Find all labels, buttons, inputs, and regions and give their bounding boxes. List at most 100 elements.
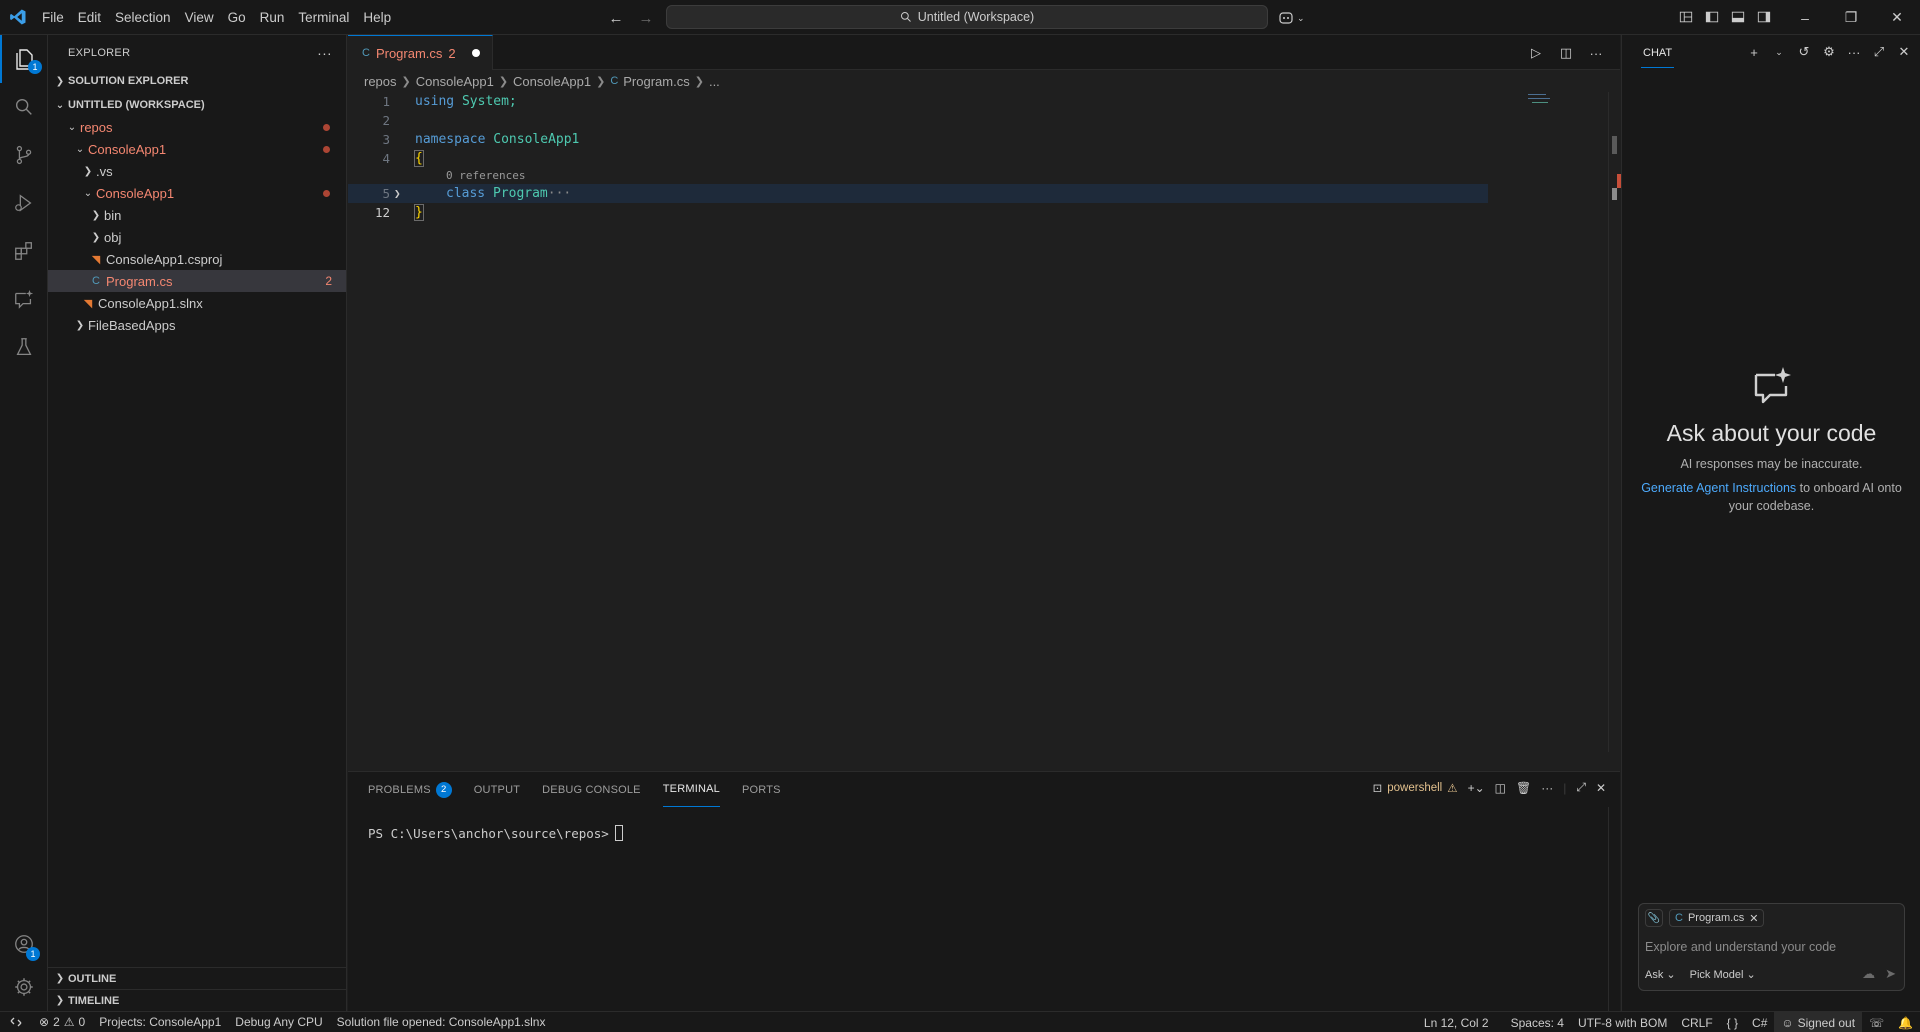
breadcrumb-item[interactable]: ConsoleApp1 bbox=[513, 74, 591, 89]
tree-folder-filebasedapps[interactable]: ❯ FileBasedApps bbox=[48, 314, 346, 336]
close-icon[interactable]: ✕ bbox=[1749, 912, 1758, 925]
language-braces-icon[interactable]: { } bbox=[1720, 1016, 1745, 1030]
tree-file-csproj[interactable]: ◥ ConsoleApp1.csproj bbox=[48, 248, 346, 270]
chat-input[interactable]: Explore and understand your code bbox=[1645, 940, 1836, 954]
run-icon[interactable]: ▷ bbox=[1526, 43, 1546, 63]
customize-layout-icon[interactable] bbox=[1676, 7, 1696, 27]
restore-icon[interactable]: ❐ bbox=[1828, 0, 1874, 35]
breadcrumb-item[interactable]: Program.cs bbox=[623, 74, 689, 89]
more-actions-icon[interactable]: ··· bbox=[1846, 43, 1862, 61]
copilot-signed-status[interactable]: ☺ Signed out bbox=[1774, 1012, 1863, 1032]
eol-status[interactable]: CRLF bbox=[1674, 1016, 1719, 1030]
encoding-status[interactable]: UTF-8 with BOM bbox=[1571, 1016, 1674, 1030]
tab-terminal[interactable]: TERMINAL bbox=[662, 772, 720, 807]
back-arrow-icon[interactable]: ← bbox=[606, 8, 626, 28]
chevron-down-icon[interactable]: ⌄ bbox=[1771, 43, 1787, 61]
tab-problems[interactable]: PROBLEMS 2 bbox=[368, 772, 452, 807]
search-activity[interactable] bbox=[0, 83, 48, 131]
manage-activity[interactable] bbox=[0, 963, 48, 1011]
codelens-references[interactable]: 0 references bbox=[446, 169, 525, 182]
explorer-activity[interactable]: 1 bbox=[0, 35, 48, 83]
menu-terminal[interactable]: Terminal bbox=[291, 0, 356, 35]
trash-icon[interactable]: 🗑 bbox=[1516, 781, 1531, 795]
menu-go[interactable]: Go bbox=[221, 0, 253, 35]
forward-arrow-icon[interactable]: → bbox=[636, 8, 656, 28]
chat-title[interactable]: CHAT bbox=[1641, 37, 1675, 68]
breadcrumb-item[interactable]: ... bbox=[709, 74, 720, 89]
breadcrumb-item[interactable]: repos bbox=[364, 74, 397, 89]
attach-icon[interactable]: 📎 bbox=[1645, 909, 1663, 927]
more-actions-icon[interactable]: ··· bbox=[1586, 43, 1606, 63]
more-actions-icon[interactable]: ··· bbox=[1541, 781, 1553, 795]
accounts-activity[interactable]: 1 bbox=[0, 920, 48, 968]
more-actions-icon[interactable]: ··· bbox=[317, 45, 332, 61]
tree-folder-repos[interactable]: ⌄ repos bbox=[48, 116, 346, 138]
gear-icon[interactable]: ⚙ bbox=[1821, 43, 1837, 61]
timeline-section[interactable]: ❯ TIMELINE bbox=[48, 989, 347, 1011]
mode-selector[interactable]: Ask ⌄ bbox=[1645, 968, 1676, 981]
toggle-secondary-sidebar-icon[interactable] bbox=[1754, 7, 1774, 27]
testing-activity[interactable] bbox=[0, 323, 48, 371]
new-terminal-icon[interactable]: +⌄ bbox=[1468, 781, 1485, 795]
history-icon[interactable]: ↺ bbox=[1796, 43, 1812, 61]
menu-edit[interactable]: Edit bbox=[71, 0, 108, 35]
close-window-icon[interactable]: ✕ bbox=[1874, 0, 1920, 35]
cloud-delegate-icon[interactable]: ☁ bbox=[1862, 966, 1875, 982]
indentation-status[interactable]: Spaces: 4 bbox=[1504, 1016, 1571, 1030]
feedback-icon[interactable]: ☏ bbox=[1862, 1016, 1891, 1030]
language-mode[interactable]: C# bbox=[1745, 1016, 1774, 1030]
split-editor-icon[interactable]: ◫ bbox=[1556, 43, 1576, 63]
terminal-shell-selector[interactable]: ⊡ powershell ⚠ bbox=[1373, 781, 1458, 795]
tree-folder-consoleapp1[interactable]: ⌄ ConsoleApp1 bbox=[48, 138, 346, 160]
breadcrumb-item[interactable]: ConsoleApp1 bbox=[416, 74, 494, 89]
editor-scrollbar[interactable] bbox=[1608, 92, 1621, 752]
workspace-section[interactable]: ⌄ UNTITLED (WORKSPACE) bbox=[48, 94, 346, 116]
context-chip[interactable]: C Program.cs ✕ bbox=[1669, 909, 1765, 927]
toggle-panel-icon[interactable] bbox=[1728, 7, 1748, 27]
bell-icon[interactable]: 🔔 bbox=[1891, 1016, 1920, 1030]
model-selector[interactable]: Pick Model ⌄ bbox=[1690, 968, 1756, 981]
tab-debug-console[interactable]: DEBUG CONSOLE bbox=[542, 772, 641, 807]
toggle-primary-sidebar-icon[interactable] bbox=[1702, 7, 1722, 27]
cursor-position[interactable]: Ln 12, Col 2 bbox=[1417, 1016, 1496, 1030]
command-center-search[interactable]: Untitled (Workspace) bbox=[666, 5, 1268, 29]
menu-view[interactable]: View bbox=[178, 0, 221, 35]
extensions-activity[interactable] bbox=[0, 227, 48, 275]
panel-scrollbar[interactable] bbox=[1608, 807, 1620, 1012]
copilot-menu-button[interactable]: ⌄ bbox=[1278, 8, 1310, 28]
menu-run[interactable]: Run bbox=[253, 0, 292, 35]
tree-file-slnx[interactable]: ◥ ConsoleApp1.slnx bbox=[48, 292, 346, 314]
send-icon[interactable]: ➤ bbox=[1885, 966, 1896, 982]
tree-folder-consoleapp1-project[interactable]: ⌄ ConsoleApp1 bbox=[48, 182, 346, 204]
solution-explorer-section[interactable]: ❯ SOLUTION EXPLORER bbox=[48, 70, 346, 92]
generate-instructions-link[interactable]: Generate Agent Instructions bbox=[1641, 481, 1796, 495]
run-debug-activity[interactable] bbox=[0, 179, 48, 227]
close-icon[interactable]: ✕ bbox=[1896, 43, 1912, 61]
code-editor[interactable]: 1 using System; 2 3 namespace ConsoleApp… bbox=[348, 92, 1620, 752]
tree-folder-bin[interactable]: ❯ bin bbox=[48, 204, 346, 226]
projects-status[interactable]: Projects: ConsoleApp1 bbox=[92, 1015, 228, 1029]
build-config-status[interactable]: Debug Any CPU bbox=[228, 1015, 329, 1029]
tab-program-cs[interactable]: C Program.cs 2 bbox=[348, 35, 493, 70]
minimap[interactable] bbox=[1520, 92, 1620, 752]
menu-file[interactable]: File bbox=[35, 0, 71, 35]
remote-indicator[interactable] bbox=[0, 1012, 32, 1032]
folded-ellipsis[interactable]: ··· bbox=[548, 186, 571, 201]
minimize-icon[interactable]: – bbox=[1782, 0, 1828, 35]
maximize-panel-icon[interactable]: ⤢ bbox=[1576, 780, 1586, 795]
chat-activity[interactable] bbox=[0, 275, 48, 323]
new-chat-icon[interactable]: + bbox=[1746, 43, 1762, 61]
terminal-output[interactable]: PS C:\Users\anchor\source\repos> bbox=[368, 825, 623, 841]
menu-selection[interactable]: Selection bbox=[108, 0, 178, 35]
unsaved-dot-icon[interactable] bbox=[471, 49, 480, 57]
tree-file-program[interactable]: C Program.cs 2 bbox=[48, 270, 346, 292]
outline-section[interactable]: ❯ OUTLINE bbox=[48, 967, 347, 989]
tree-folder-vs[interactable]: ❯ .vs bbox=[48, 160, 346, 182]
problems-status[interactable]: ⊗ 2 ⚠ 0 bbox=[32, 1015, 92, 1029]
maximize-icon[interactable]: ⤢ bbox=[1871, 43, 1887, 61]
source-control-activity[interactable] bbox=[0, 131, 48, 179]
scroll-thumb[interactable] bbox=[1612, 136, 1617, 154]
tab-output[interactable]: OUTPUT bbox=[474, 772, 520, 807]
menu-help[interactable]: Help bbox=[356, 0, 398, 35]
fold-chevron-icon[interactable]: ❯ bbox=[394, 187, 401, 200]
